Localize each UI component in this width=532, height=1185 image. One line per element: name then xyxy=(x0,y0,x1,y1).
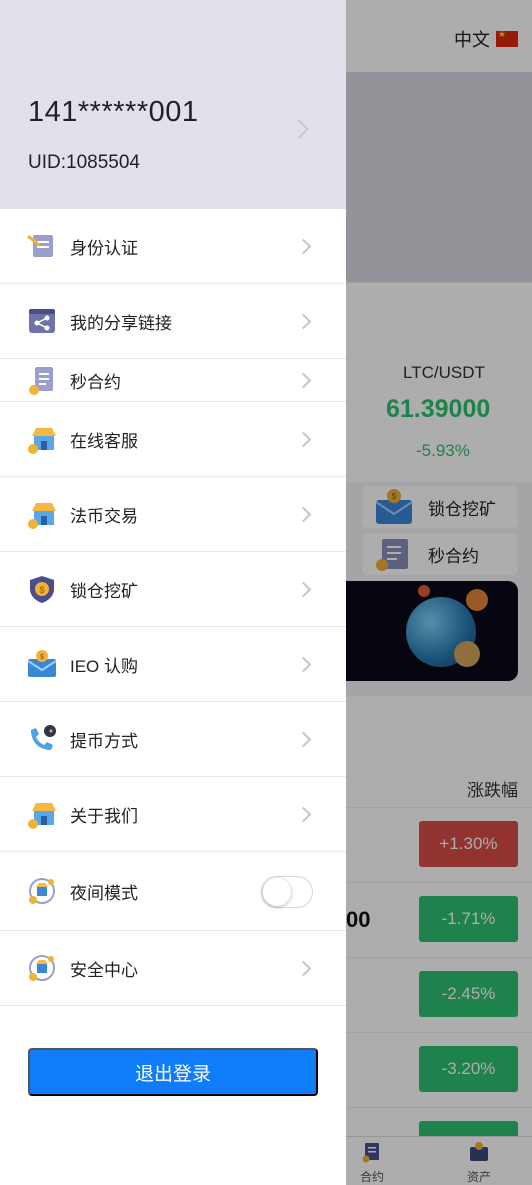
menu-item-label: 在线客服 xyxy=(70,431,138,451)
menu-item-fiat-trade[interactable]: 法币交易 xyxy=(0,477,346,552)
menu-item-ieo-subscription[interactable]: $ IEO 认购 xyxy=(0,627,346,702)
shield-coin-icon: $ xyxy=(30,576,54,603)
logout-button[interactable]: 退出登录 xyxy=(28,1048,318,1096)
menu-item-label: IEO 认购 xyxy=(70,656,139,676)
menu-item-label: 锁仓挖矿 xyxy=(70,581,138,601)
night-mode-icon xyxy=(29,878,55,904)
chevron-right-icon xyxy=(295,506,312,522)
menu-item-night-mode: 夜间模式 xyxy=(0,852,346,931)
menu-item-label: 夜间模式 xyxy=(70,883,138,903)
chevron-right-icon xyxy=(295,960,312,976)
chevron-right-icon xyxy=(295,372,312,388)
menu-item-label: 我的分享链接 xyxy=(70,313,172,333)
svg-text:$: $ xyxy=(40,654,44,661)
chevron-right-icon xyxy=(289,119,309,139)
menu-item-label: 提币方式 xyxy=(70,731,138,751)
chevron-right-icon xyxy=(295,313,312,329)
shop-coin-icon xyxy=(28,803,56,829)
shop-coin-icon xyxy=(28,428,56,454)
side-drawer: 141******001 UID:1085504 身份认证 我的分享链接 秒合约… xyxy=(0,0,346,1185)
svg-text:$: $ xyxy=(39,585,44,595)
menu-item-about-us[interactable]: 关于我们 xyxy=(0,777,346,852)
profile-header[interactable]: 141******001 UID:1085504 xyxy=(0,0,346,209)
safe-center-icon xyxy=(29,955,55,981)
chevron-right-icon xyxy=(295,238,312,254)
chevron-right-icon xyxy=(295,431,312,447)
menu-item-withdraw-method[interactable]: 提币方式 xyxy=(0,702,346,777)
chevron-right-icon xyxy=(295,581,312,597)
menu-item-label: 秒合约 xyxy=(70,372,121,392)
menu-item-label: 安全中心 xyxy=(70,960,138,980)
shop-coin-icon xyxy=(28,503,56,529)
share-link-icon xyxy=(29,309,55,333)
menu-item-online-support[interactable]: 在线客服 xyxy=(0,402,346,477)
menu-item-second-contract[interactable]: 秒合约 xyxy=(0,359,346,402)
user-uid: UID:1085504 xyxy=(28,152,140,173)
user-phone: 141******001 xyxy=(28,96,199,128)
menu-item-label: 法币交易 xyxy=(70,506,138,526)
chevron-right-icon xyxy=(295,731,312,747)
menu-item-identity[interactable]: 身份认证 xyxy=(0,209,346,284)
menu-item-label: 身份认证 xyxy=(70,238,138,258)
menu-item-label: 关于我们 xyxy=(70,806,138,826)
envelope-coin-icon: $ xyxy=(27,650,57,677)
toggle-knob xyxy=(263,878,291,906)
menu-item-share-link[interactable]: 我的分享链接 xyxy=(0,284,346,359)
phone-chat-icon xyxy=(31,725,56,750)
id-verify-icon xyxy=(27,235,53,257)
chevron-right-icon xyxy=(295,656,312,672)
chevron-right-icon xyxy=(295,806,312,822)
menu-item-security-center[interactable]: 安全中心 xyxy=(0,931,346,1006)
menu-item-lock-mining[interactable]: $ 锁仓挖矿 xyxy=(0,552,346,627)
night-mode-toggle[interactable] xyxy=(261,876,313,908)
contract-doc-icon xyxy=(29,367,53,395)
